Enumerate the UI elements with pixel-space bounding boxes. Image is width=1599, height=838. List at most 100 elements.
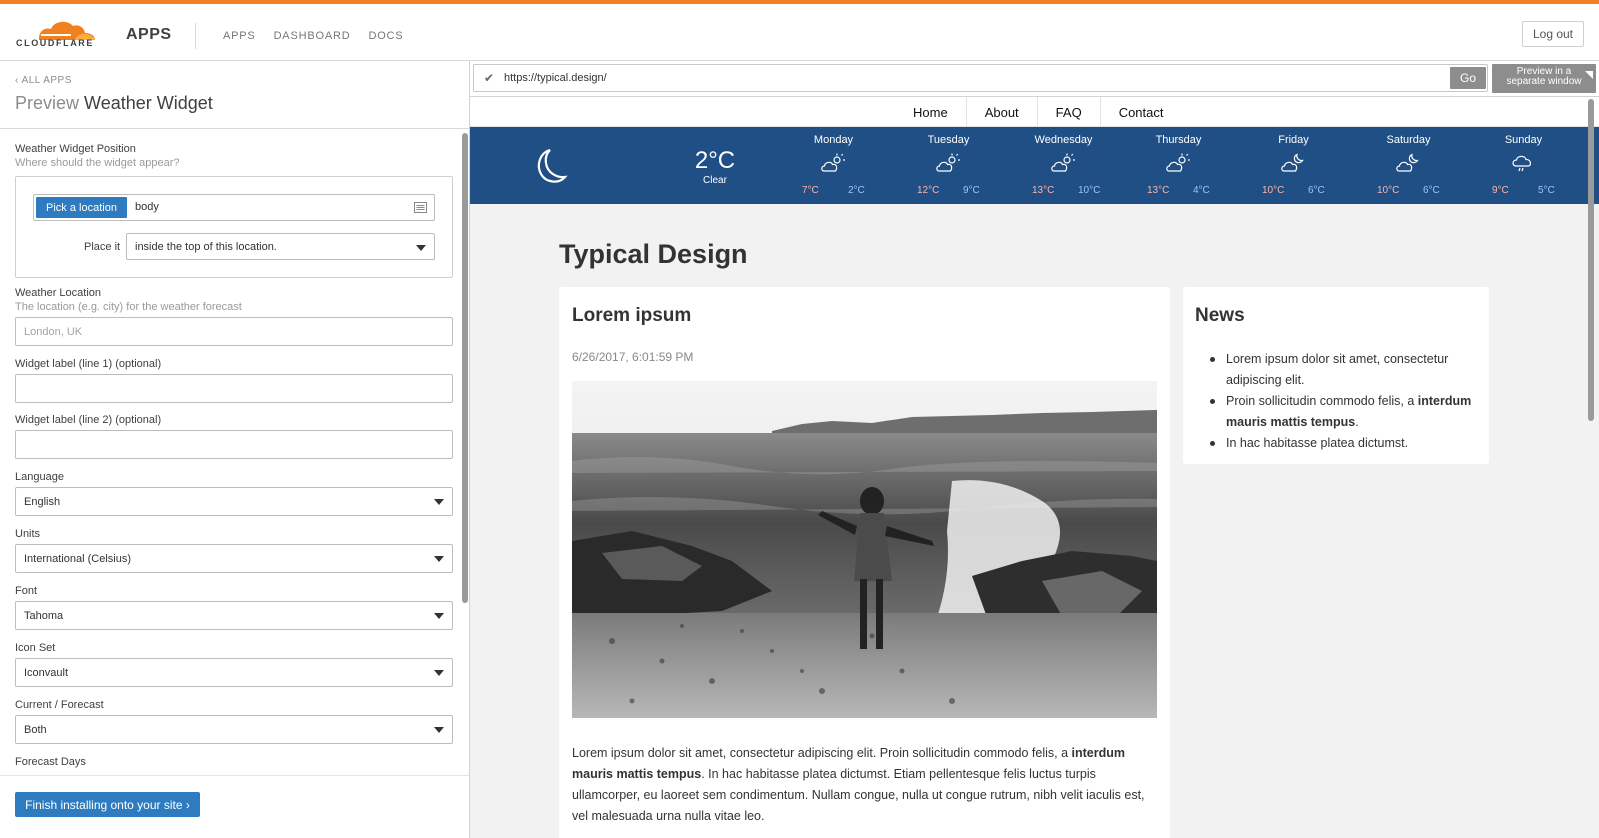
partly-cloudy-day-icon — [1051, 153, 1075, 172]
units-select[interactable]: International (Celsius) — [15, 544, 453, 573]
icon-set-label: Icon Set — [15, 642, 56, 654]
chevron-down-icon — [434, 727, 444, 733]
news-item: In hac habitasse platea dictumst. — [1195, 433, 1485, 454]
font-select[interactable]: Tahoma — [15, 601, 453, 630]
url-field[interactable]: ✔ https://typical.design/ Go — [473, 64, 1488, 92]
preview-separate-window-button[interactable]: Preview in a separate window — [1492, 64, 1596, 93]
go-button[interactable]: Go — [1450, 67, 1486, 89]
language-select[interactable]: English — [15, 487, 453, 516]
top-bar: CLOUDFLARE APPS APPS DASHBOARD DOCS Log … — [0, 0, 1599, 61]
settings-scrollbar[interactable] — [462, 133, 468, 603]
news-item-text: Proin sollicitudin commodo felis, a — [1226, 394, 1418, 408]
partly-cloudy-night-icon — [1396, 153, 1419, 172]
finish-install-button[interactable]: Finish installing onto your site › — [15, 792, 200, 817]
article-date: 6/26/2017, 6:01:59 PM — [572, 350, 694, 364]
news-item: Lorem ipsum dolor sit amet, consectetur … — [1195, 349, 1485, 391]
day-low: 9°C — [963, 185, 980, 196]
day-high: 10°C — [1262, 185, 1285, 196]
location-value[interactable]: body — [135, 201, 159, 213]
forecast-day: Sunday 9°C 5°C — [1466, 127, 1581, 204]
day-high: 10°C — [1377, 185, 1400, 196]
partly-cloudy-day-icon — [936, 153, 960, 172]
check-icon: ✔ — [484, 71, 495, 85]
chevron-down-icon — [434, 670, 444, 676]
position-label: Weather Widget Position — [15, 143, 136, 155]
separate-window-label: Preview in a separate window — [1506, 66, 1582, 87]
day-low: 10°C — [1078, 185, 1101, 196]
partly-cloudy-night-icon — [1281, 153, 1304, 172]
day-low: 2°C — [848, 185, 865, 196]
weather-location-label: Weather Location — [15, 287, 102, 299]
cloudflare-wordmark: CLOUDFLARE — [16, 38, 94, 48]
rain-cloud-icon — [1512, 155, 1532, 172]
day-high: 13°C — [1147, 185, 1170, 196]
position-picker: Pick a location body Place it inside the… — [15, 176, 453, 278]
external-window-icon — [1585, 71, 1593, 79]
site-preview: ✔ https://typical.design/ Go Preview in … — [470, 61, 1599, 838]
language-label: Language — [15, 471, 64, 483]
site-nav-about[interactable]: About — [967, 97, 1038, 127]
day-name: Wednesday — [1034, 134, 1093, 146]
label-line2-input[interactable] — [15, 430, 453, 459]
panel-footer: Finish installing onto your site › — [0, 775, 469, 838]
day-name: Friday — [1278, 134, 1309, 146]
forecast-day: Wednesday 13°C 10°C — [1006, 127, 1121, 204]
units-label: Units — [15, 528, 41, 540]
weather-widget: 2°C Clear Monday 7°C 2°C Tuesday 12°C 9°… — [470, 127, 1599, 204]
current-condition: Clear — [703, 175, 727, 186]
moon-icon — [537, 148, 568, 183]
weather-location-help: The location (e.g. city) for the weather… — [15, 301, 242, 313]
icon-set-select[interactable]: Iconvault — [15, 658, 453, 687]
news-card: News Lorem ipsum dolor sit amet, consect… — [1183, 287, 1489, 464]
day-low: 6°C — [1423, 185, 1440, 196]
font-label: Font — [15, 585, 38, 597]
nav-docs[interactable]: DOCS — [368, 30, 403, 42]
nav-dashboard[interactable]: DASHBOARD — [274, 30, 351, 42]
weather-location-input[interactable]: London, UK — [15, 317, 453, 346]
preview-scrollbar[interactable] — [1588, 99, 1594, 421]
day-name: Sunday — [1504, 134, 1543, 146]
article-photo — [572, 381, 1157, 718]
current-forecast-select[interactable]: Both — [15, 715, 453, 744]
day-low: 4°C — [1193, 185, 1210, 196]
logout-button[interactable]: Log out — [1522, 21, 1584, 47]
site-nav-faq[interactable]: FAQ — [1038, 97, 1101, 127]
day-name: Thursday — [1155, 134, 1202, 146]
chevron-down-icon — [434, 499, 444, 505]
current-forecast-label: Current / Forecast — [15, 699, 104, 711]
position-help: Where should the widget appear? — [15, 157, 180, 169]
page-title: Preview Weather Widget — [15, 93, 213, 114]
label-line1-label: Widget label (line 1) (optional) — [15, 358, 162, 370]
label-line2-label: Widget label (line 2) (optional) — [15, 414, 162, 426]
current-temperature: 2°C — [694, 147, 736, 174]
site-title: Typical Design — [559, 239, 748, 269]
chevron-down-icon — [416, 245, 426, 251]
site-nav-home[interactable]: Home — [895, 97, 967, 127]
forecast-day: Monday 7°C 2°C — [776, 127, 891, 204]
location-selector: Pick a location body — [33, 194, 435, 221]
day-low: 6°C — [1308, 185, 1325, 196]
element-picker-icon[interactable] — [414, 202, 427, 213]
url-text: https://typical.design/ — [504, 72, 607, 84]
site-nav-contact[interactable]: Contact — [1101, 97, 1182, 127]
icon-set-value: Iconvault — [24, 666, 69, 679]
chevron-down-icon — [434, 556, 444, 562]
top-nav: APPS DASHBOARD DOCS — [223, 30, 403, 42]
news-item-end: . — [1355, 415, 1359, 429]
pick-location-button[interactable]: Pick a location — [36, 197, 127, 218]
label-line1-input[interactable] — [15, 374, 453, 403]
settings-form: Weather Widget Position Where should the… — [0, 130, 460, 775]
all-apps-link[interactable]: ‹ ALL APPS — [15, 75, 72, 86]
nav-apps[interactable]: APPS — [223, 30, 256, 42]
news-list: Lorem ipsum dolor sit amet, consectetur … — [1195, 349, 1485, 454]
place-it-value: inside the top of this location. — [135, 240, 277, 253]
news-title: News — [1195, 305, 1245, 326]
units-value: International (Celsius) — [24, 552, 131, 565]
language-value: English — [24, 495, 61, 508]
settings-panel: ‹ ALL APPS Preview Weather Widget Weathe… — [0, 61, 470, 838]
place-it-select[interactable]: inside the top of this location. — [126, 233, 435, 260]
forecast-day: Thursday 13°C 4°C — [1121, 127, 1236, 204]
place-it-label: Place it — [84, 241, 121, 253]
site-nav: Home About FAQ Contact — [470, 97, 1599, 127]
title-prefix: Preview — [15, 93, 80, 113]
